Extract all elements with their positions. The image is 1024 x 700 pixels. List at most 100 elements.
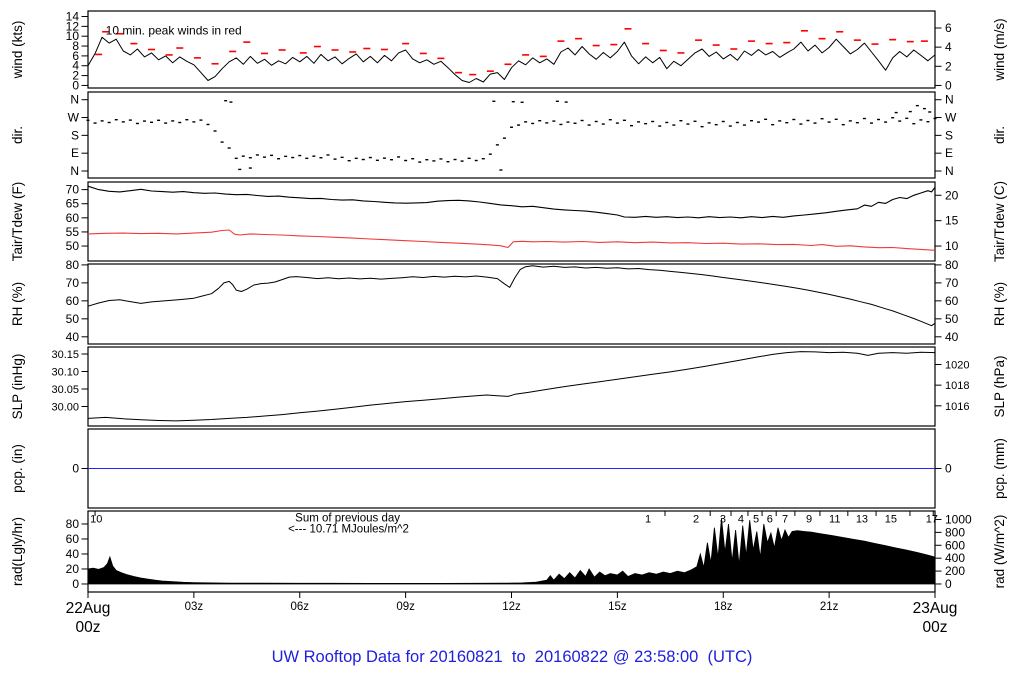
peak-dash [95,53,103,56]
scatter-dot [142,120,146,122]
peak-dash [211,62,219,65]
solar-radiation-area [87,517,936,585]
scatter-dot [622,119,626,122]
peak-dash [243,41,251,43]
x-tick-label: 00z [923,619,948,636]
y-tick-label-right: W [945,111,957,125]
y-tick-label-right: S [945,128,953,142]
scatter-dot [524,121,528,123]
scatter-dot [922,107,926,110]
scatter-dot [651,120,655,123]
scatter-dot [354,157,358,160]
scatter-dot [248,157,252,159]
relative-humidity-line [87,265,936,327]
x-tick-label: 03z [185,601,204,613]
scatter-dot [171,120,175,122]
scatter-dot [891,117,895,119]
y-tick-label-right: 0 [945,577,952,591]
axis-title-left-wind: wind (kts) [10,21,25,80]
peak-dash [260,52,268,55]
peak-dash [193,57,201,59]
x-tick-label: 06z [290,601,309,613]
y-tick-label-right: 4 [945,40,952,54]
peak-dash [176,47,184,49]
axis-title-right-pcp: pcp. (mm) [992,438,1007,499]
peak-dash [402,42,410,45]
scatter-dot [908,110,912,113]
x-tick-label: 18z [714,601,733,613]
scatter-dot [587,124,591,126]
annotation-text: 17 [926,514,938,526]
annotation-text: 10 [90,514,102,526]
scatter-dot [672,124,676,126]
scatter-dot [439,158,443,160]
scatter-dot [284,155,288,158]
scatter-dot [594,120,598,123]
tair-f-line [87,185,936,219]
scatter-dot [93,122,97,124]
scatter-dot [291,156,295,159]
annotation-text: 5 [753,514,759,526]
scatter-dot [827,121,831,123]
scatter-dot [135,122,139,125]
peak-dash [349,51,357,53]
peak-dash [624,28,632,30]
peak-dash [592,44,600,47]
scatter-dot [510,126,513,128]
axis-title-right-rh: RH (%) [992,282,1007,326]
scatter-dot [185,119,189,121]
peak-dash [920,40,928,42]
scatter-dot [679,119,683,122]
scatter-dot [224,99,228,102]
peak-dash [380,48,388,51]
y-tick-label-right: N [945,164,954,178]
peak-dash [419,52,427,55]
annotation-text: 15 [885,514,897,526]
wind-direction-strays-scatter [224,99,932,171]
axis-title-left-rad: rad(Lgly/hr) [10,517,25,586]
axis-title-left-pcp: pcp. (in) [10,444,25,493]
y-tick-label-right: N [945,93,954,107]
panel-dir: NESWNNESWNdir. dir. [10,91,1007,179]
sea-level-pressure-line [87,351,936,422]
scatter-dot [785,121,789,124]
scatter-dot [248,167,252,169]
scatter-dot [757,121,761,123]
annotation-text: 1 [645,514,651,526]
y-tick-label-right: 400 [945,551,965,565]
y-tick-label-left: 20 [66,562,80,576]
scatter-dot [545,122,549,124]
peak-dash [148,48,156,51]
scatter-dot [467,157,471,160]
annotation-text: 11 [829,514,840,526]
x-tick-label: 21z [820,601,839,613]
peak-dash [486,70,494,72]
scatter-dot [700,125,704,128]
peak-dash [504,63,512,66]
scatter-dot [397,156,401,158]
scatter-dot [326,154,330,156]
panel-temp: 5055606570 10 15 20 Tair/Tdew (F) Tair/Tdew (… [10,181,1007,262]
scatter-dot [114,119,118,121]
scatter-dot [573,122,577,124]
scatter-dot [270,154,274,157]
axis-title-right-wind: wind (m/s) [992,18,1007,81]
scatter-dot [933,117,937,120]
y-tick-label-right: 1000 [945,512,972,526]
scatter-dot [792,118,796,121]
y-tick-label-left: 30.15 [51,349,79,361]
y-tick-label-left: 14 [66,10,80,24]
y-tick-label-left: 30.10 [51,367,79,379]
y-tick-label-left: N [70,164,79,178]
y-tick-label-left: W [68,111,80,125]
y-tick-label-left: 55 [66,225,80,239]
peak-dash [610,43,618,46]
scatter-dot [520,101,524,103]
annotation-text: 6 [767,514,773,526]
y-tick-label-left: 40 [66,330,80,344]
scatter-dot [928,111,932,113]
scatter-dot [382,157,386,159]
peak-dash [747,40,755,42]
scatter-dot [848,120,852,122]
y-tick-label-right: 0 [945,462,952,476]
